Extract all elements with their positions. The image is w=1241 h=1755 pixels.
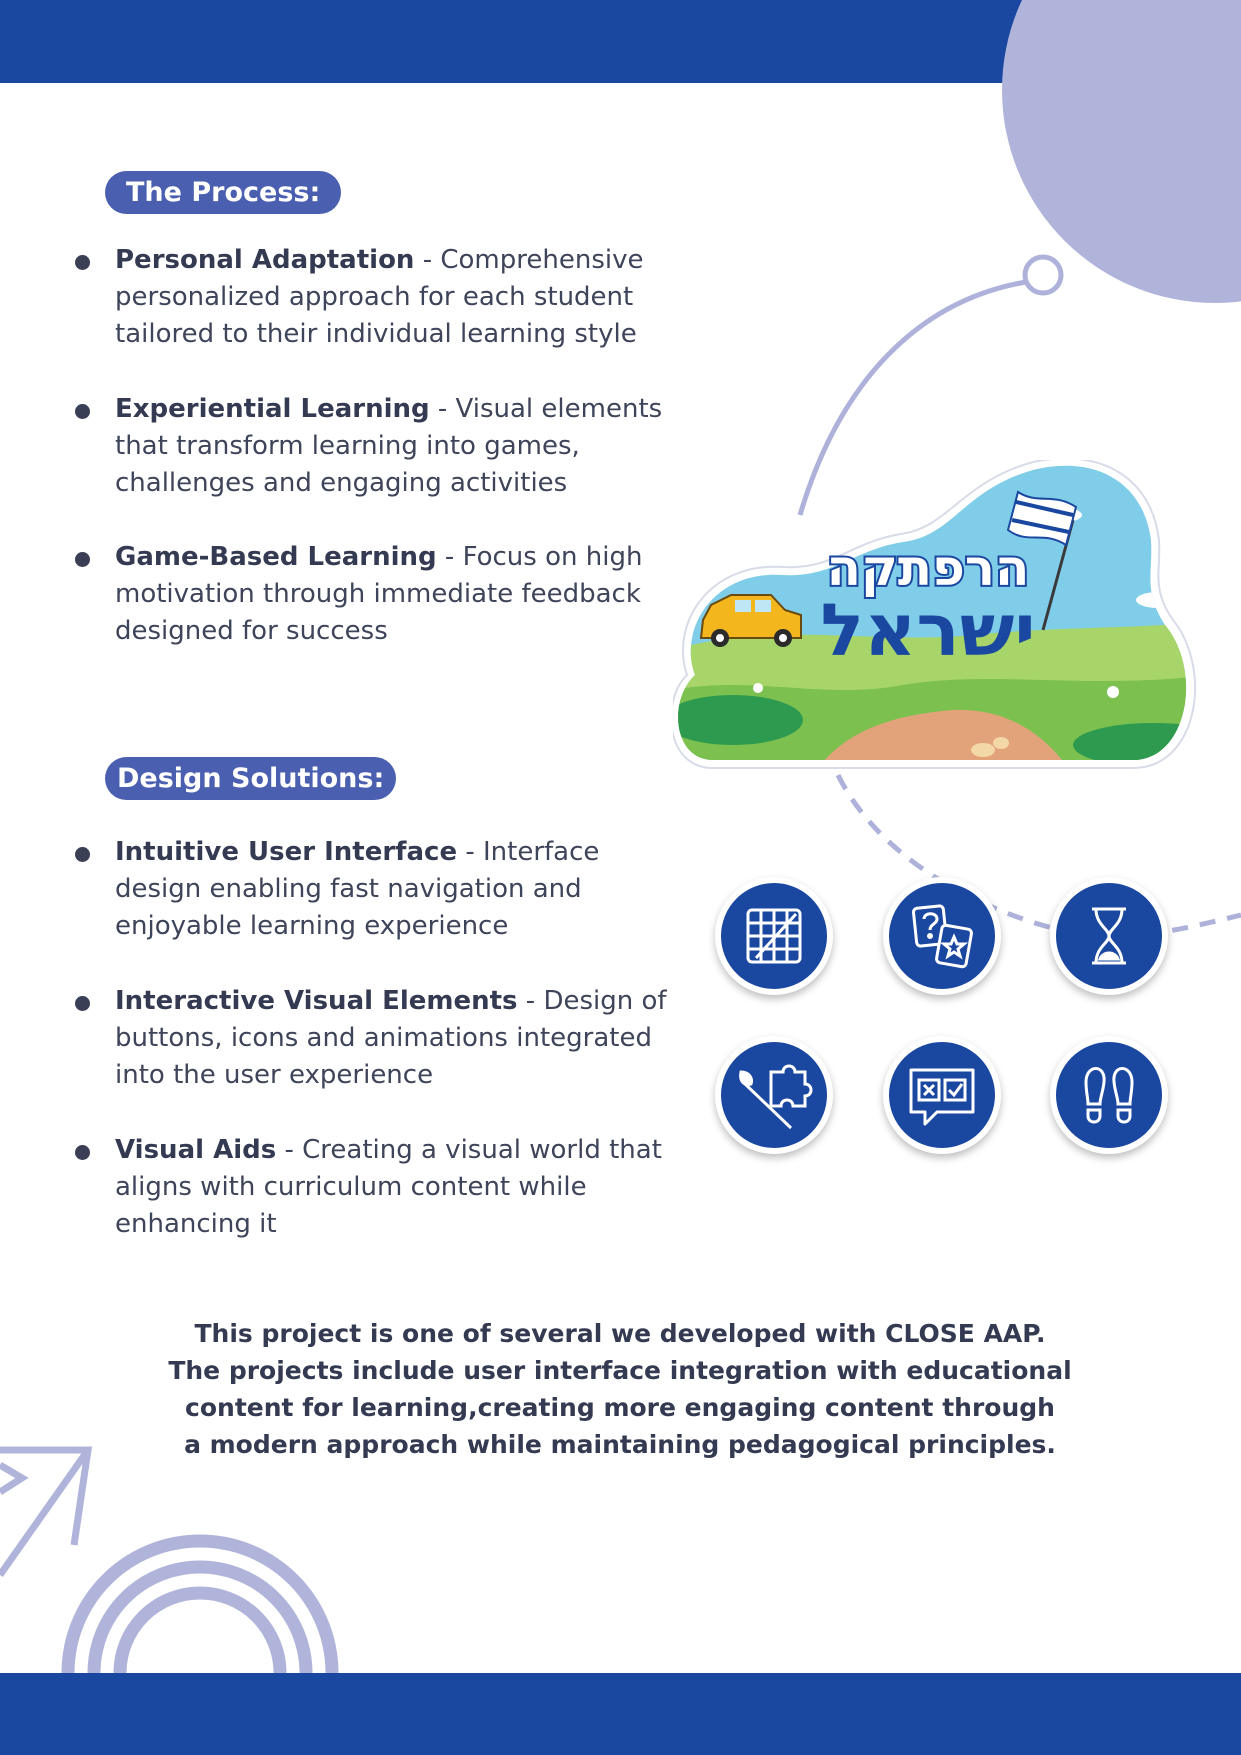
arc-end-ring	[1022, 254, 1064, 296]
question-cards-icon	[883, 877, 1001, 995]
concentric-arcs-decoration	[61, 1534, 339, 1674]
bullet-icon	[75, 847, 90, 862]
bottom-banner	[0, 1673, 1241, 1755]
design-heading: Design Solutions:	[105, 757, 397, 800]
badge-title-line2: ישראל	[820, 588, 1035, 672]
item-title: Experiential Learning	[115, 394, 430, 424]
quiz-bubble-icon	[883, 1036, 1001, 1154]
process-heading: The Process:	[105, 171, 342, 214]
list-item: Game-Based Learning - Focus on high moti…	[75, 539, 685, 650]
item-title: Personal Adaptation	[115, 245, 415, 275]
summary-line: This project is one of several we develo…	[194, 1319, 1046, 1348]
list-item: Intuitive User Interface - Interface des…	[75, 834, 685, 945]
puzzle-brush-icon	[715, 1036, 833, 1154]
word-grid-icon	[715, 877, 833, 995]
project-summary: This project is one of several we develo…	[140, 1315, 1100, 1463]
summary-line: The projects include user interface inte…	[168, 1356, 1072, 1385]
summary-line: content for learning,creating more engag…	[185, 1393, 1055, 1422]
item-title: Intuitive User Interface	[115, 837, 458, 867]
bullet-icon	[75, 996, 90, 1011]
item-title: Visual Aids	[115, 1135, 277, 1165]
bullet-icon	[75, 552, 90, 567]
list-item: Personal Adaptation - Comprehensive pers…	[75, 242, 685, 353]
summary-line: a modern approach while maintaining peda…	[184, 1430, 1056, 1459]
list-item: Interactive Visual Elements - Design of …	[75, 983, 685, 1094]
bullet-icon	[75, 255, 90, 270]
list-item: Experiential Learning - Visual elements …	[75, 391, 685, 502]
hourglass-icon	[1050, 877, 1168, 995]
game-logo-badge: הרפתקה ישראל	[673, 460, 1197, 769]
bullet-icon	[75, 1145, 90, 1160]
footprints-icon	[1050, 1036, 1168, 1154]
list-item: Visual Aids - Creating a visual world th…	[75, 1132, 685, 1243]
item-title: Interactive Visual Elements	[115, 986, 518, 1016]
bullet-icon	[75, 404, 90, 419]
item-title: Game-Based Learning	[115, 542, 437, 572]
arrow-decoration	[0, 1446, 93, 1578]
